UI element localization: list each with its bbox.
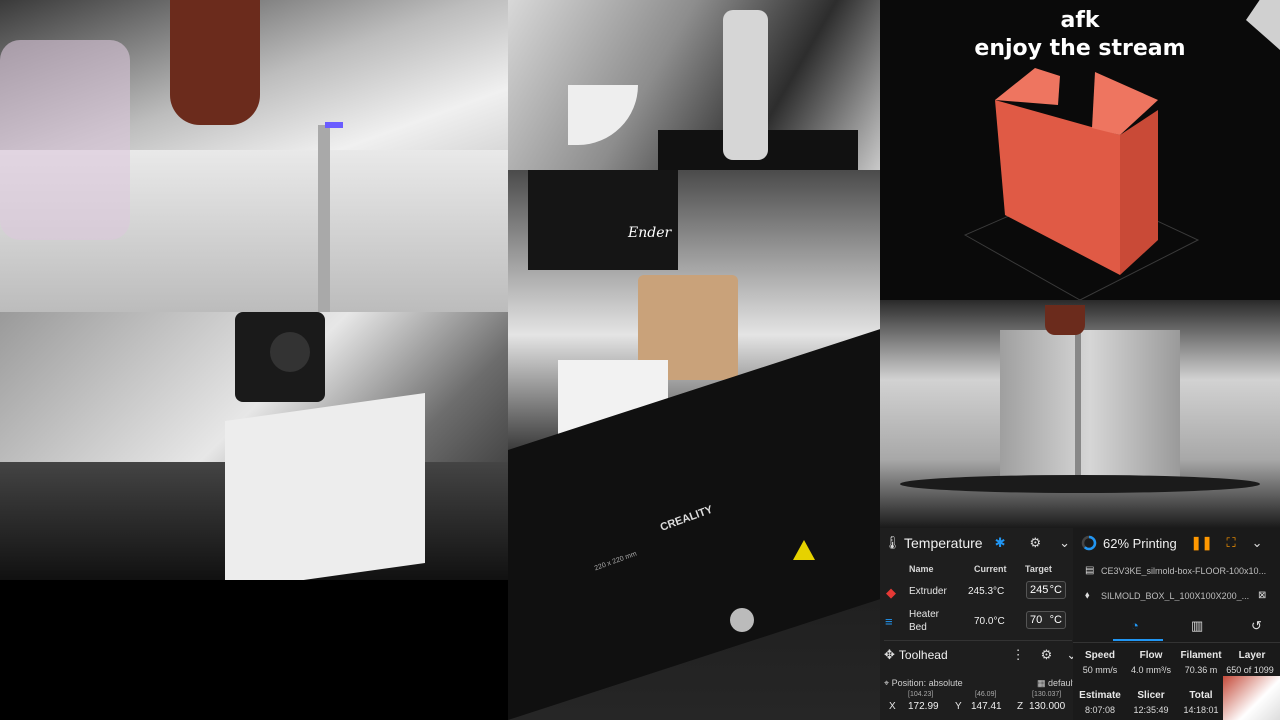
heater-bed-icon: ≡ (885, 614, 893, 629)
crosshair-icon: ⌖ (884, 678, 892, 688)
extruder-current: 245.3°C (968, 586, 1005, 597)
y-position[interactable]: 147.41 (971, 701, 1002, 712)
profile-name: default (1048, 678, 1076, 688)
col-name: Name (909, 564, 934, 574)
status-chevron-icon[interactable]: ⌄ (1252, 535, 1263, 551)
extruder-icon: ◆ (886, 585, 896, 600)
box-rib (1075, 330, 1081, 490)
paper-fan (568, 85, 638, 145)
bed-edge (900, 475, 1260, 493)
bubble-wrap (0, 40, 130, 240)
extruder-target-unit: °C (1049, 584, 1062, 596)
grid-icon: ▦ (1037, 678, 1049, 688)
blue-led (325, 122, 343, 128)
printed-box-front (1000, 330, 1180, 490)
tab-status-icon[interactable]: ◔ (1131, 618, 1139, 633)
hotend-block (170, 0, 260, 125)
toolhead-card-header: ✥ Toolhead ⋮ ⚙ ⌄ (884, 640, 1077, 669)
stat-layer-label: Layer (1238, 650, 1266, 661)
toolhead-gear-icon[interactable]: ⚙ (1041, 647, 1053, 663)
progress-ring-icon (1081, 535, 1097, 551)
camera-top-view: Ender CREALITY 220 x 220 mm (508, 170, 880, 720)
z-raw: [130.037] (1032, 691, 1062, 698)
temperature-card-header: 🌡 Temperature ✱ ⚙ ⌄ (884, 528, 1072, 558)
extruder-brand-label: Ender (628, 225, 672, 241)
stat-layer-value: 650 of 1099 (1226, 665, 1274, 675)
model-preview: afk enjoy the stream (880, 0, 1280, 300)
status-card: 62% Printing ❚❚ ⛶ ⌄ ▤ CE3V3KE_silmold-bo… (1073, 528, 1280, 720)
x-position[interactable]: 172.99 (908, 701, 939, 712)
move-icon: ✥ (884, 647, 895, 662)
toolhead-title: Toolhead (898, 648, 948, 662)
thumbnail (1223, 676, 1280, 720)
model-side-face (1120, 110, 1158, 275)
current-object: SILMOLD_BOX_L_100X100X200_... (1101, 591, 1250, 601)
pause-icon[interactable]: ❚❚ (1191, 535, 1213, 551)
x-raw: [104.23] (908, 691, 934, 698)
thermometer-icon: 🌡 (884, 535, 901, 550)
camera-side-view (0, 312, 508, 580)
snowflake-icon[interactable]: ✱ (995, 535, 1006, 551)
tab-history-icon[interactable]: ↺ (1251, 618, 1262, 634)
fan-hub (270, 332, 310, 372)
heater-bed-current: 70.0°C (974, 616, 1005, 627)
exclude-object-icon[interactable]: ⛶ (1227, 535, 1236, 551)
z-position[interactable]: 130.000 (1029, 701, 1065, 712)
x-axis-label: X (889, 701, 896, 712)
extruder-target-value: 245 (1030, 584, 1049, 596)
more-vert-icon[interactable]: ⋮ (1012, 647, 1025, 663)
printed-box-side (225, 392, 425, 580)
position-mode-row: ⌖ Position: absolute (884, 678, 963, 689)
heater-bed-target-unit: °C (1049, 614, 1062, 626)
gear-icon[interactable]: ⚙ (1030, 535, 1042, 551)
file-icon: ▤ (1085, 565, 1095, 576)
camera-nozzle-view (0, 0, 508, 312)
model-top-left (995, 68, 1060, 105)
status-tabs: ◔ ▥ ↺ (1073, 612, 1280, 643)
camera-figure-view (508, 0, 880, 170)
printer-dashboard: 🌡 Temperature ✱ ⚙ ⌄ Name Current Target … (880, 528, 1280, 720)
object-close-icon[interactable]: ⊠ (1258, 590, 1266, 601)
miniature-figure (723, 10, 768, 160)
object-icon: ⬧ (1085, 590, 1090, 601)
heater-bed-name: Heater Bed (909, 609, 940, 633)
extruder-motor (528, 170, 678, 270)
extruder-target-input[interactable]: 245 °C (1026, 581, 1066, 599)
time-total-label: Total (1189, 690, 1213, 701)
y-raw: [46.09] (975, 691, 997, 698)
col-current: Current (974, 564, 1007, 574)
chevron-down-icon[interactable]: ⌄ (1059, 535, 1070, 551)
y-axis-label: Y (955, 701, 962, 712)
position-mode: Position: absolute (891, 678, 963, 688)
model-render (963, 68, 1200, 300)
camera-front-view (880, 300, 1280, 528)
gcode-filename: CE3V3KE_silmold-box-FLOOR-100x10... (1101, 566, 1266, 576)
temperature-title: Temperature (904, 535, 983, 551)
front-hotend (1045, 305, 1085, 335)
time-total-value: 14:18:01 (1183, 705, 1219, 715)
extruder-name: Extruder (909, 586, 947, 597)
heater-bed-target-value: 70 (1030, 614, 1043, 626)
active-tab-indicator (1113, 639, 1163, 641)
part-rib (318, 125, 330, 312)
heater-bed-target-input[interactable]: 70 °C (1026, 611, 1066, 629)
profile-row: ▦ default (1037, 678, 1075, 689)
z-axis-label: Z (1017, 701, 1024, 712)
status-card-header: 62% Printing ❚❚ ⛶ ⌄ (1081, 528, 1276, 558)
bed-knob (730, 608, 754, 632)
progress-label: 62% Printing (1103, 535, 1177, 551)
col-target: Target (1025, 564, 1052, 574)
tab-files-icon[interactable]: ▥ (1191, 618, 1203, 634)
